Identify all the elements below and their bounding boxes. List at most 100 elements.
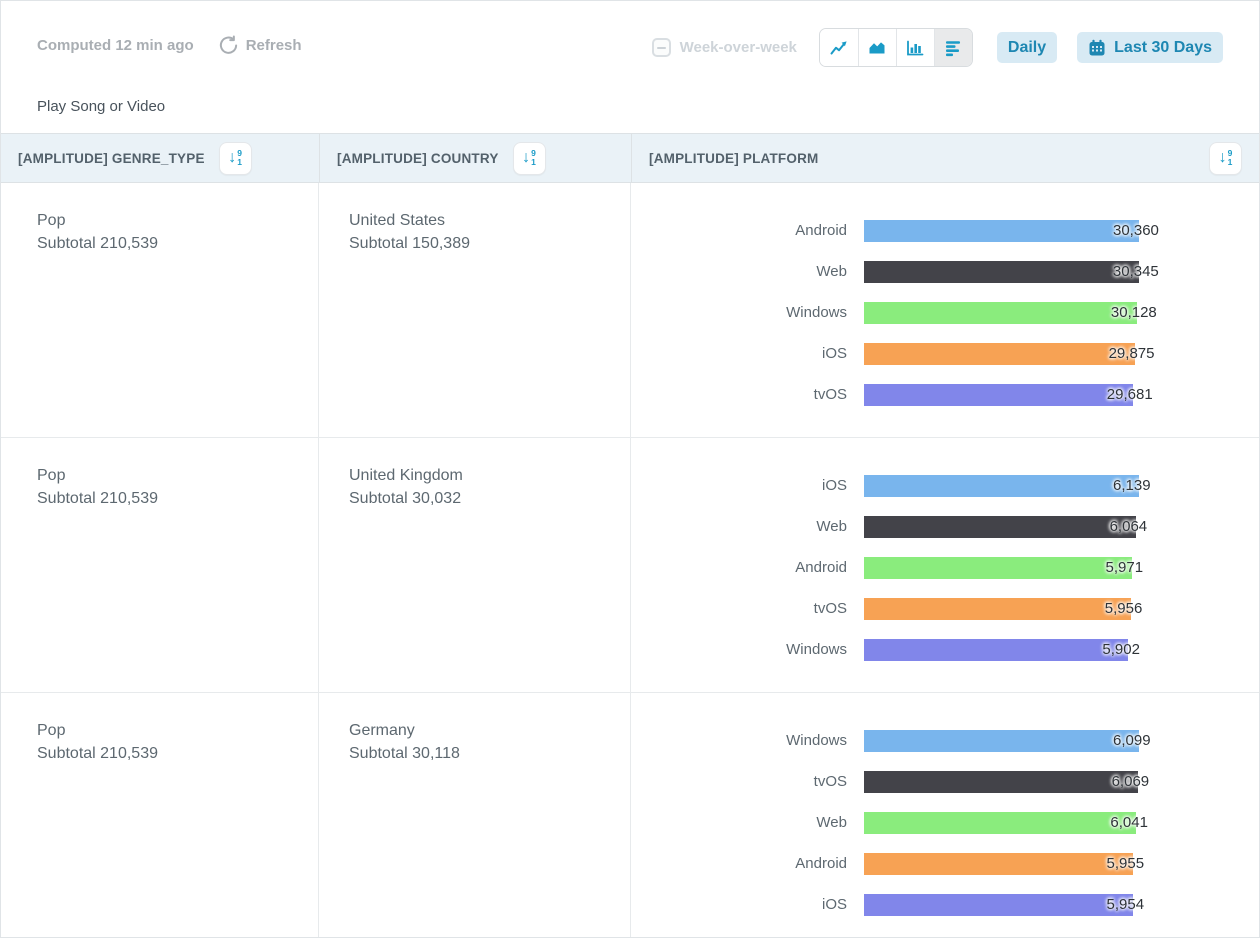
bar-fill bbox=[864, 598, 1131, 620]
bar-category-label: Web bbox=[631, 515, 864, 538]
bar-category-label: Windows bbox=[631, 638, 864, 661]
bar-track: 5,954 bbox=[864, 893, 1259, 916]
header-country: [AMPLITUDE] COUNTRY bbox=[337, 151, 499, 166]
bar-fill bbox=[864, 639, 1128, 661]
bar-track: 5,955 bbox=[864, 852, 1259, 875]
bar-row: tvOS 6,069 bbox=[631, 761, 1259, 802]
bar-fill bbox=[864, 302, 1137, 324]
country-subtotal: Subtotal 150,389 bbox=[349, 232, 630, 255]
bar-row: Android 30,360 bbox=[631, 210, 1259, 251]
genre-subtotal: Subtotal 210,539 bbox=[37, 742, 318, 765]
bar-category-label: tvOS bbox=[631, 383, 864, 406]
genre-cell: Pop Subtotal 210,539 bbox=[1, 693, 319, 938]
bar-track: 30,360 bbox=[864, 219, 1259, 242]
event-title: Play Song or Video bbox=[37, 98, 165, 115]
calendar-icon bbox=[1088, 39, 1106, 57]
bar-value-label: 6,041 bbox=[1110, 811, 1148, 834]
horizontal-bars-button[interactable] bbox=[934, 29, 972, 66]
area-chart-icon bbox=[866, 38, 888, 58]
bar-category-label: Android bbox=[631, 852, 864, 875]
column-chart-button[interactable] bbox=[896, 29, 934, 66]
bar-category-label: Web bbox=[631, 811, 864, 834]
bar-row: iOS 6,139 bbox=[631, 465, 1259, 506]
bar-fill bbox=[864, 343, 1135, 365]
bar-track: 30,345 bbox=[864, 260, 1259, 283]
sort-descending-icon: ↓ 9 1 bbox=[1219, 149, 1233, 167]
sort-genre-button[interactable]: ↓ 9 1 bbox=[219, 142, 252, 175]
dashboard-card: Computed 12 min ago Refresh Week-over-we… bbox=[0, 0, 1260, 938]
week-over-week-checkbox[interactable] bbox=[652, 38, 671, 57]
bar-fill bbox=[864, 730, 1139, 752]
bar-value-label: 5,954 bbox=[1107, 893, 1145, 916]
genre-value: Pop bbox=[37, 209, 318, 232]
country-cell: Germany Subtotal 30,118 bbox=[319, 693, 631, 938]
country-subtotal: Subtotal 30,118 bbox=[349, 742, 630, 765]
table-header-row: [AMPLITUDE] GENRE_TYPE ↓ 9 1 [AMPLITUDE]… bbox=[1, 133, 1259, 183]
bar-category-label: tvOS bbox=[631, 597, 864, 620]
table-body: Pop Subtotal 210,539 United States Subto… bbox=[1, 183, 1259, 938]
bar-value-label: 5,902 bbox=[1102, 638, 1140, 661]
computed-timestamp: Computed 12 min ago bbox=[37, 37, 194, 54]
platform-chart-cell: iOS 6,139 Web 6,064 Android 5,971 tvOS bbox=[631, 438, 1259, 692]
bar-track: 29,875 bbox=[864, 342, 1259, 365]
bar-fill bbox=[864, 894, 1133, 916]
bar-track: 6,099 bbox=[864, 729, 1259, 752]
date-range-button[interactable]: Last 30 Days bbox=[1077, 32, 1223, 63]
bar-value-label: 29,875 bbox=[1109, 342, 1155, 365]
bar-track: 6,139 bbox=[864, 474, 1259, 497]
bar-value-label: 30,345 bbox=[1113, 260, 1159, 283]
bar-track: 6,064 bbox=[864, 515, 1259, 538]
bar-category-label: Windows bbox=[631, 729, 864, 752]
chart-type-toggle-group bbox=[819, 28, 973, 67]
refresh-button[interactable]: Refresh bbox=[218, 35, 302, 56]
bar-fill bbox=[864, 853, 1133, 875]
sort-country-button[interactable]: ↓ 9 1 bbox=[513, 142, 546, 175]
bar-track: 5,902 bbox=[864, 638, 1259, 661]
genre-cell: Pop Subtotal 210,539 bbox=[1, 438, 319, 692]
genre-subtotal: Subtotal 210,539 bbox=[37, 487, 318, 510]
bar-fill bbox=[864, 771, 1138, 793]
header-platform: [AMPLITUDE] PLATFORM bbox=[649, 151, 818, 166]
bar-fill bbox=[864, 516, 1136, 538]
bar-row: Windows 6,099 bbox=[631, 720, 1259, 761]
bar-fill bbox=[864, 812, 1136, 834]
bar-row: tvOS 29,681 bbox=[631, 374, 1259, 415]
bar-fill bbox=[864, 557, 1132, 579]
bar-category-label: iOS bbox=[631, 474, 864, 497]
genre-subtotal: Subtotal 210,539 bbox=[37, 232, 318, 255]
daily-interval-button[interactable]: Daily bbox=[997, 32, 1057, 63]
bar-value-label: 29,681 bbox=[1107, 383, 1153, 406]
toolbar: Computed 12 min ago Refresh Week-over-we… bbox=[1, 1, 1259, 133]
bar-fill bbox=[864, 220, 1139, 242]
daily-label: Daily bbox=[1008, 39, 1046, 57]
sort-platform-button[interactable]: ↓ 9 1 bbox=[1209, 142, 1242, 175]
bar-value-label: 6,139 bbox=[1113, 474, 1151, 497]
country-cell: United Kingdom Subtotal 30,032 bbox=[319, 438, 631, 692]
bar-track: 6,041 bbox=[864, 811, 1259, 834]
horizontal-bars-icon bbox=[942, 38, 964, 58]
bar-row: iOS 5,954 bbox=[631, 884, 1259, 925]
column-chart-icon bbox=[904, 38, 926, 58]
genre-cell: Pop Subtotal 210,539 bbox=[1, 183, 319, 437]
header-genre-type: [AMPLITUDE] GENRE_TYPE bbox=[18, 151, 205, 166]
bar-track: 29,681 bbox=[864, 383, 1259, 406]
refresh-label: Refresh bbox=[246, 37, 302, 54]
bar-value-label: 5,955 bbox=[1107, 852, 1145, 875]
bar-value-label: 5,956 bbox=[1105, 597, 1143, 620]
bar-row: Windows 30,128 bbox=[631, 292, 1259, 333]
refresh-icon bbox=[218, 35, 239, 56]
bar-category-label: iOS bbox=[631, 342, 864, 365]
bar-fill bbox=[864, 384, 1133, 406]
bar-category-label: Web bbox=[631, 260, 864, 283]
bar-row: iOS 29,875 bbox=[631, 333, 1259, 374]
bar-value-label: 6,064 bbox=[1110, 515, 1148, 538]
sort-descending-icon: ↓ 9 1 bbox=[522, 149, 536, 167]
platform-chart-cell: Windows 6,099 tvOS 6,069 Web 6,041 Andro… bbox=[631, 693, 1259, 938]
line-chart-button[interactable] bbox=[820, 29, 858, 66]
area-chart-button[interactable] bbox=[858, 29, 896, 66]
bar-value-label: 30,128 bbox=[1111, 301, 1157, 324]
indeterminate-dash-icon bbox=[657, 47, 666, 49]
bar-value-label: 6,099 bbox=[1113, 729, 1151, 752]
bar-category-label: Windows bbox=[631, 301, 864, 324]
bar-value-label: 30,360 bbox=[1113, 219, 1159, 242]
